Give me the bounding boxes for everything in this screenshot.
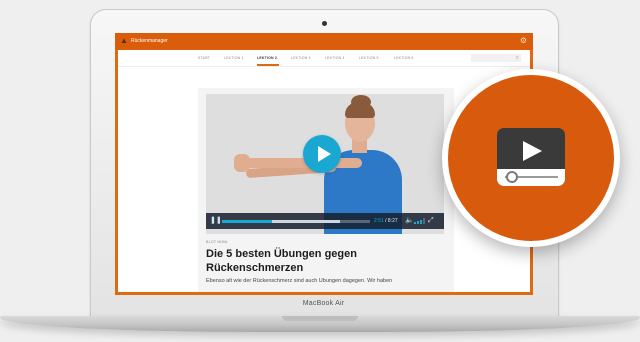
nav-item-lektion-2[interactable]: LEKTION 2	[257, 56, 277, 60]
time-readout: 2:51 / 8:27	[374, 218, 398, 224]
video-badge	[442, 69, 620, 247]
laptop-model-label: MacBook Air	[302, 300, 345, 307]
article-headline: Die 5 besten Übungen gegen Rückenschmerz…	[206, 248, 357, 274]
progress-buffered	[272, 220, 340, 223]
play-icon	[318, 146, 331, 162]
volume-level[interactable]	[414, 218, 425, 224]
volume-icon[interactable]: 🔈	[405, 217, 414, 225]
play-button[interactable]	[303, 135, 341, 173]
app-bar: ▲ Rückenmanager ⚙	[115, 33, 533, 50]
nav-item-start[interactable]: START	[198, 56, 210, 60]
pause-icon[interactable]: ❚❚	[210, 217, 222, 225]
video-still-arm-front	[238, 158, 362, 168]
video-controls: ❚❚ 2:51 / 8:27 🔈 ⤢	[206, 213, 444, 229]
search-icon: ⌕	[515, 55, 519, 61]
article-meta: BLOT NIMA	[206, 240, 228, 244]
video-still-fist	[234, 154, 250, 172]
top-nav: START LEKTION 1 LEKTION 2 LEKTION 3 LEKT…	[118, 50, 530, 67]
nav-item-lektion-3[interactable]: LEKTION 3	[291, 56, 311, 60]
search-input[interactable]: ⌕	[471, 54, 521, 62]
app-title: Rückenmanager	[131, 38, 168, 44]
nav-item-lektion-4[interactable]: LEKTION 4	[325, 56, 345, 60]
camera-icon	[322, 21, 327, 26]
progress-bar[interactable]	[222, 220, 370, 223]
article-card: ❚❚ 2:51 / 8:27 🔈 ⤢ BLOT NIMA Die 5 beste…	[198, 88, 454, 292]
progress-played	[222, 220, 272, 223]
nav-item-lektion-5[interactable]: LEKTION 5	[359, 56, 379, 60]
nav-item-lektion-6[interactable]: LEKTION 6	[394, 56, 414, 60]
duration: 8:27	[387, 218, 398, 224]
laptop-notch	[282, 316, 358, 321]
nav-active-underline	[257, 64, 279, 66]
video-still-hair	[345, 102, 375, 118]
video-player[interactable]: ❚❚ 2:51 / 8:27 🔈 ⤢	[206, 94, 444, 234]
current-time: 2:51	[374, 218, 384, 224]
gear-icon[interactable]: ⚙	[520, 36, 527, 45]
nav-item-lektion-1[interactable]: LEKTION 1	[224, 56, 244, 60]
fullscreen-icon[interactable]: ⤢	[428, 217, 434, 225]
video-player-icon	[497, 128, 565, 186]
app-logo-icon: ▲	[120, 36, 128, 45]
promo-stage: ▲ Rückenmanager ⚙ START LEKTION 1 LEKTIO…	[0, 0, 640, 342]
article-lead: Ebenso alt wie der Rückenschmerz sind au…	[206, 278, 393, 284]
